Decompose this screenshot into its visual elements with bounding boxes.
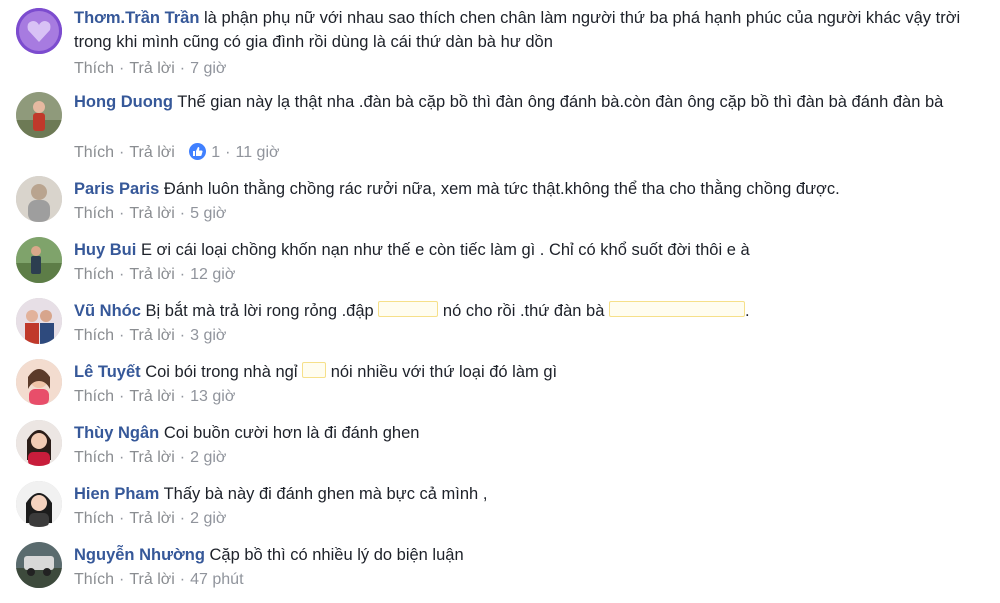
avatar-photo-icon xyxy=(16,542,62,588)
avatar-photo-icon xyxy=(16,481,62,527)
comment-time[interactable]: 7 giờ xyxy=(190,60,226,77)
comment-text: Đánh luôn thằng chồng rác rưởi nữa, xem … xyxy=(163,180,840,198)
comment-text: Cặp bồ thì có nhiều lý do biện luận xyxy=(209,546,464,564)
like-link[interactable]: Thích xyxy=(74,327,114,344)
comment-text: nó cho rồi .thứ đàn bà xyxy=(442,302,605,320)
comment-actions: Thích · Trả lời · 12 giờ xyxy=(74,266,236,283)
comment-actions: Thích · Trả lời · 2 giờ xyxy=(74,449,227,466)
redacted-text xyxy=(378,301,439,317)
avatar-heart-icon xyxy=(16,8,62,54)
reply-link[interactable]: Trả lời xyxy=(129,60,174,77)
comment-body: Huy Bui E ơi cái loại chồng khốn nạn như… xyxy=(74,238,974,262)
like-link[interactable]: Thích xyxy=(74,510,114,527)
comment-actions: Thích · Trả lời · 5 giờ xyxy=(74,205,227,222)
like-reaction-icon[interactable] xyxy=(189,143,207,160)
redacted-text xyxy=(609,301,745,317)
comment-text: Bị bắt mà trả lời rong rỏng .đập xyxy=(145,302,374,320)
avatar[interactable] xyxy=(16,542,62,588)
comment-actions: Thích · Trả lời · 7 giờ xyxy=(74,60,227,77)
comment-text: E ơi cái loại chồng khốn nạn như thế e c… xyxy=(140,241,750,259)
reply-link[interactable]: Trả lời xyxy=(129,266,174,283)
comment-text: Thế gian này lạ thật nha .đàn bà cặp bồ … xyxy=(177,93,944,111)
reply-link[interactable]: Trả lời xyxy=(129,327,174,344)
comment-author[interactable]: Paris Paris xyxy=(74,180,159,198)
avatar-photo-icon xyxy=(16,176,62,222)
avatar[interactable] xyxy=(16,176,62,222)
like-link[interactable]: Thích xyxy=(74,266,114,283)
comment-actions: Thích · Trả lời 1 · 11 giờ xyxy=(74,143,280,161)
comment-time[interactable]: 2 giờ xyxy=(190,510,226,527)
comment-actions: Thích · Trả lời · 13 giờ xyxy=(74,388,236,405)
comment-text: Coi bói trong nhà ngỉ xyxy=(145,363,298,381)
avatar[interactable] xyxy=(16,420,62,466)
comment-author[interactable]: Hien Pham xyxy=(74,485,159,503)
comment-time[interactable]: 47 phút xyxy=(190,571,243,588)
comment-author[interactable]: Huy Bui xyxy=(74,241,136,259)
reply-link[interactable]: Trả lời xyxy=(129,510,174,527)
comment-body: Lê Tuyết Coi bói trong nhà ngỉ nói nhiều… xyxy=(74,360,974,384)
like-link[interactable]: Thích xyxy=(74,144,114,161)
comment-body: Hien Pham Thấy bà này đi đánh ghen mà bự… xyxy=(74,482,974,506)
avatar[interactable] xyxy=(16,8,62,54)
comment-body: Nguyễn Nhường Cặp bồ thì có nhiều lý do … xyxy=(74,543,974,567)
reply-link[interactable]: Trả lời xyxy=(129,388,174,405)
comment-time[interactable]: 12 giờ xyxy=(190,266,235,283)
comment-time[interactable]: 11 giờ xyxy=(235,144,279,161)
comment-actions: Thích · Trả lời · 47 phút xyxy=(74,571,244,588)
reply-link[interactable]: Trả lời xyxy=(129,449,174,466)
reply-link[interactable]: Trả lời xyxy=(129,144,174,161)
comment-actions: Thích · Trả lời · 3 giờ xyxy=(74,327,227,344)
like-link[interactable]: Thích xyxy=(74,449,114,466)
comment-text: . xyxy=(745,302,750,320)
reply-link[interactable]: Trả lời xyxy=(129,205,174,222)
avatar-photo-icon xyxy=(16,420,62,466)
avatar-photo-icon xyxy=(16,237,62,283)
comment-body: Paris Paris Đánh luôn thằng chồng rác rư… xyxy=(74,177,974,201)
avatar[interactable] xyxy=(16,481,62,527)
avatar[interactable] xyxy=(16,359,62,405)
reaction-count[interactable]: 1 xyxy=(211,144,220,161)
comment-author[interactable]: Thùy Ngân xyxy=(74,424,159,442)
comment-body: Vũ Nhóc Bị bắt mà trả lời rong rỏng .đập… xyxy=(74,299,974,323)
like-link[interactable]: Thích xyxy=(74,388,114,405)
comment-text: là phận phụ nữ với nhau sao thích chen c… xyxy=(74,9,961,51)
like-link[interactable]: Thích xyxy=(74,571,114,588)
comment-body: Thùy Ngân Coi buồn cười hơn là đi đánh g… xyxy=(74,421,974,445)
comment-body: Hong Duong Thế gian này lạ thật nha .đàn… xyxy=(74,90,974,114)
avatar-photo-icon xyxy=(16,92,62,138)
redacted-text xyxy=(302,362,327,378)
like-link[interactable]: Thích xyxy=(74,205,114,222)
comment-author[interactable]: Hong Duong xyxy=(74,93,173,111)
reply-link[interactable]: Trả lời xyxy=(129,571,174,588)
avatar[interactable] xyxy=(16,92,62,138)
comment-author[interactable]: Thơm.Trần Trần xyxy=(74,9,199,27)
avatar-photo-icon xyxy=(16,298,62,344)
comment-body: Thơm.Trần Trần là phận phụ nữ với nhau s… xyxy=(74,6,974,54)
comment-author[interactable]: Lê Tuyết xyxy=(74,363,141,381)
comment-text: Coi buồn cười hơn là đi đánh ghen xyxy=(163,424,420,442)
avatar-photo-icon xyxy=(16,359,62,405)
comment-time[interactable]: 2 giờ xyxy=(190,449,226,466)
avatar[interactable] xyxy=(16,237,62,283)
comment-time[interactable]: 5 giờ xyxy=(190,205,226,222)
comment-author[interactable]: Vũ Nhóc xyxy=(74,302,141,320)
comment-text: Thấy bà này đi đánh ghen mà bực cả mình … xyxy=(163,485,488,503)
comment-time[interactable]: 13 giờ xyxy=(190,388,235,405)
comment-author[interactable]: Nguyễn Nhường xyxy=(74,546,205,564)
comment-time[interactable]: 3 giờ xyxy=(190,327,226,344)
comment-text: nói nhiều với thứ loại đó làm gì xyxy=(330,363,558,381)
avatar[interactable] xyxy=(16,298,62,344)
like-link[interactable]: Thích xyxy=(74,60,114,77)
comment-actions: Thích · Trả lời · 2 giờ xyxy=(74,510,227,527)
